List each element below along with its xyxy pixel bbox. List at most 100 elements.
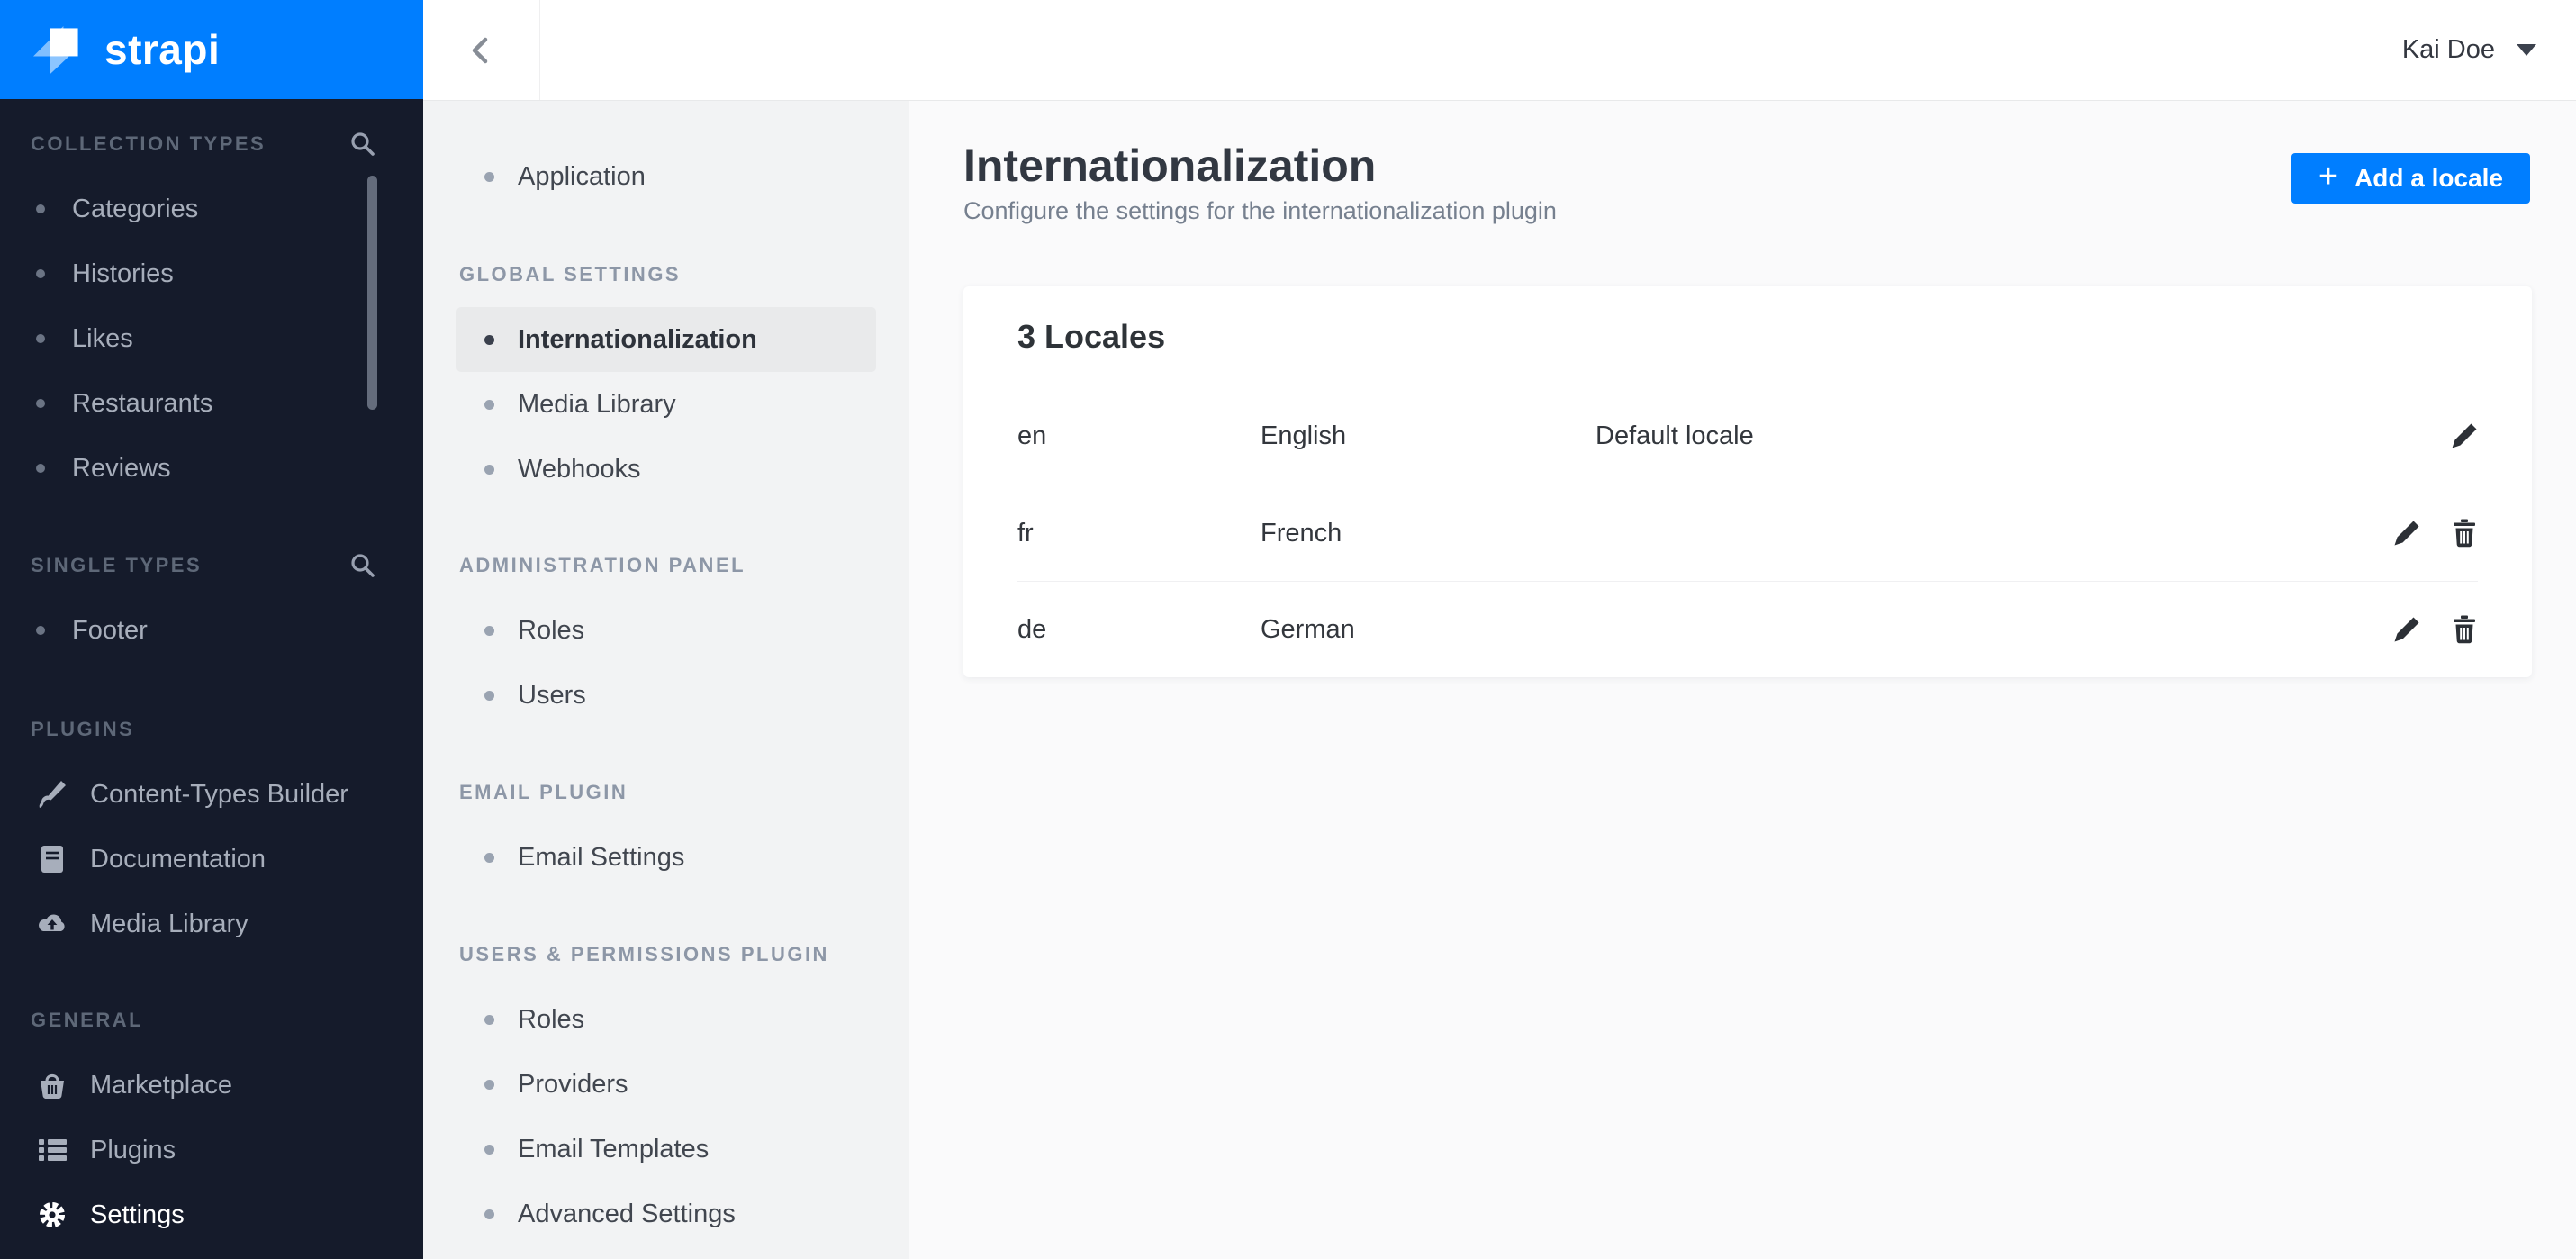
sidebar-item-label: Likes: [72, 323, 133, 353]
settings-nav-item-label: Media Library: [518, 389, 676, 419]
settings-section-global-settings: GLOBAL SETTINGS Internationalization Med…: [423, 209, 909, 502]
settings-nav: Application GLOBAL SETTINGS Internationa…: [423, 101, 909, 1259]
settings-nav-item-admin-roles[interactable]: Roles: [456, 598, 876, 663]
locale-name: French: [1261, 518, 1342, 548]
settings-nav-item-label: Email Templates: [518, 1134, 710, 1164]
sidebar-item-label: Categories: [72, 194, 199, 223]
sidebar-item-media-library[interactable]: Media Library: [0, 892, 423, 956]
sidebar-item-label: Footer: [72, 615, 148, 645]
settings-nav-item-application[interactable]: Application: [456, 144, 876, 209]
edit-locale-button[interactable]: [2392, 520, 2420, 548]
bullet-icon: [484, 334, 494, 345]
locale-name: English: [1261, 421, 1347, 450]
sidebar-item-histories[interactable]: Histories: [0, 241, 423, 306]
settings-nav-item-admin-users[interactable]: Users: [456, 663, 876, 728]
settings-nav-item-label: Advanced Settings: [518, 1199, 736, 1228]
settings-nav-item-label: Providers: [518, 1069, 628, 1099]
list-icon: [36, 1137, 68, 1163]
settings-nav-item-email-templates[interactable]: Email Templates: [456, 1117, 876, 1182]
basket-icon: [36, 1071, 68, 1100]
strapi-admin-app: { "colors": { "accent": "#007eff", "side…: [0, 0, 2576, 1259]
bullet-icon: [36, 204, 45, 213]
delete-locale-button[interactable]: [2451, 615, 2478, 644]
sidebar-item-restaurants[interactable]: Restaurants: [0, 371, 423, 436]
cloud-upload-icon: [36, 912, 68, 936]
edit-locale-button[interactable]: [2450, 422, 2478, 450]
settings-nav-item-providers[interactable]: Providers: [456, 1052, 876, 1117]
user-menu[interactable]: Kai Doe: [2402, 0, 2536, 100]
sidebar-scrollbar-thumb[interactable]: [367, 176, 377, 410]
back-button[interactable]: [423, 0, 540, 100]
section-label: PLUGINS: [31, 718, 135, 740]
sidebar-item-label: Documentation: [90, 844, 267, 874]
sidebar-section-plugins: PLUGINS Content-Types Builder Documentat…: [0, 663, 423, 956]
sidebar-item-label: Restaurants: [72, 388, 213, 418]
settings-nav-item-webhooks[interactable]: Webhooks: [456, 437, 876, 502]
settings-nav-item-label: Roles: [518, 1004, 585, 1034]
sidebar-item-footer[interactable]: Footer: [0, 598, 423, 663]
sidebar-item-label: Content-Types Builder: [90, 779, 348, 809]
pencil-icon: [2394, 617, 2419, 641]
bullet-icon: [484, 1079, 494, 1090]
sidebar-item-documentation[interactable]: Documentation: [0, 827, 423, 892]
topbar: Kai Doe: [423, 0, 2576, 101]
bullet-icon: [36, 626, 45, 635]
settings-section-administration-panel: ADMINISTRATION PANEL Roles Users: [423, 502, 909, 728]
plus-icon: +: [2318, 158, 2339, 195]
settings-section-label: USERS & PERMISSIONS PLUGIN: [459, 943, 829, 965]
section-label: SINGLE TYPES: [31, 554, 203, 576]
locale-name: German: [1261, 614, 1355, 644]
add-locale-button-label: Add a locale: [2355, 164, 2503, 192]
chevron-left-icon: [472, 37, 487, 63]
locale-row-fr: fr French: [1017, 485, 2478, 581]
user-name: Kai Doe: [2401, 35, 2495, 64]
sidebar-section-collection-types: COLLECTION TYPES Categories Histories Li…: [0, 99, 423, 501]
main-content: Internationalization Configure the setti…: [909, 101, 2576, 1259]
sidebar-item-label: Marketplace: [90, 1070, 232, 1100]
sidebar-item-content-types-builder[interactable]: Content-Types Builder: [0, 762, 423, 827]
settings-nav-item-label: Email Settings: [518, 842, 685, 872]
strapi-logo[interactable]: strapi: [0, 0, 423, 99]
sidebar-item-likes[interactable]: Likes: [0, 306, 423, 371]
sidebar-item-marketplace[interactable]: Marketplace: [0, 1053, 423, 1118]
settings-nav-item-email-settings[interactable]: Email Settings: [456, 825, 876, 890]
book-icon: [36, 845, 68, 874]
trash-icon: [2454, 615, 2475, 644]
locale-code: fr: [1017, 518, 1034, 548]
bullet-icon: [484, 171, 494, 182]
edit-locale-button[interactable]: [2392, 616, 2420, 644]
settings-nav-item-up-roles[interactable]: Roles: [456, 987, 876, 1052]
search-icon[interactable]: [349, 552, 376, 579]
locale-code: de: [1017, 614, 1047, 644]
settings-section-label: ADMINISTRATION PANEL: [459, 554, 746, 576]
bullet-icon: [36, 399, 45, 408]
settings-nav-item-advanced-settings[interactable]: Advanced Settings: [456, 1182, 876, 1246]
sidebar-item-label: Media Library: [90, 909, 249, 938]
bullet-icon: [484, 852, 494, 863]
add-locale-button[interactable]: + Add a locale: [2291, 153, 2530, 204]
section-label: GENERAL: [31, 1009, 144, 1031]
paintbrush-icon: [36, 780, 68, 809]
search-icon[interactable]: [349, 131, 376, 158]
locale-row-de: de German: [1017, 581, 2478, 677]
bullet-icon: [484, 690, 494, 701]
main-sidebar: strapi COLLECTION TYPES Categories Histo…: [0, 0, 423, 1259]
sidebar-item-reviews[interactable]: Reviews: [0, 436, 423, 501]
bullet-icon: [484, 1209, 494, 1219]
delete-locale-button[interactable]: [2451, 519, 2478, 548]
settings-nav-item-media-library[interactable]: Media Library: [456, 372, 876, 437]
sidebar-item-categories[interactable]: Categories: [0, 177, 423, 241]
settings-section-users-permissions-plugin: USERS & PERMISSIONS PLUGIN Roles Provide…: [423, 890, 909, 1246]
settings-nav-item-label: Internationalization: [518, 324, 757, 354]
bullet-icon: [36, 464, 45, 473]
sidebar-item-settings[interactable]: Settings: [0, 1182, 423, 1247]
section-label: COLLECTION TYPES: [31, 132, 267, 155]
sidebar-item-label: Settings: [90, 1200, 185, 1229]
settings-section-label: EMAIL PLUGIN: [459, 781, 628, 803]
bullet-icon: [484, 1014, 494, 1025]
sidebar-section-general: GENERAL Marketplace Plugins Settings: [0, 956, 423, 1247]
locales-table: en English Default locale fr French de G…: [1017, 388, 2478, 677]
settings-nav-item-internationalization[interactable]: Internationalization: [456, 307, 876, 372]
sidebar-item-plugins[interactable]: Plugins: [0, 1118, 423, 1182]
bullet-icon: [484, 464, 494, 475]
